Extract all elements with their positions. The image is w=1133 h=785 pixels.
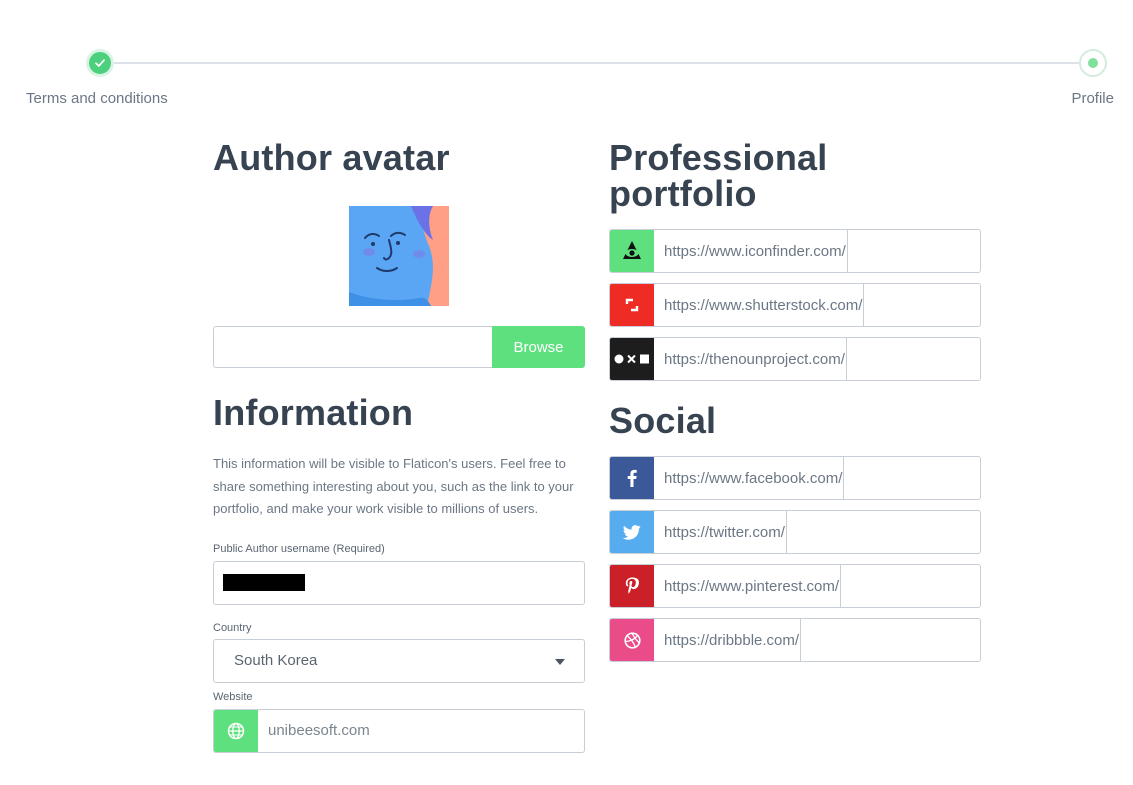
nounproject-input[interactable] <box>847 338 980 380</box>
step-label-terms[interactable]: Terms and conditions <box>26 90 168 107</box>
twitter-prefix: https://twitter.com/ <box>654 511 787 553</box>
information-title: Information <box>213 392 414 433</box>
chevron-down-icon <box>555 658 565 665</box>
nounproject-icon <box>610 338 654 380</box>
dribbble-prefix: https://dribbble.com/ <box>654 619 802 661</box>
username-input[interactable] <box>213 560 585 605</box>
username-label: Public Author username (Required) <box>213 542 385 555</box>
shutterstock-icon <box>610 284 654 326</box>
facebook-icon <box>610 457 654 499</box>
dribbble-icon <box>610 619 654 661</box>
nounproject-field[interactable]: https://thenounproject.com/ <box>609 337 981 381</box>
avatar-file-input[interactable] <box>213 326 492 368</box>
iconfinder-field[interactable]: https://www.iconfinder.com/ <box>609 229 981 273</box>
nounproject-prefix: https://thenounproject.com/ <box>654 338 847 380</box>
website-label: Website <box>213 690 253 703</box>
globe-icon <box>214 709 258 752</box>
redacted-username <box>223 573 305 591</box>
social-list: https://www.facebook.com/ https://twitte… <box>609 456 981 662</box>
avatar-section-title: Author avatar <box>213 137 450 178</box>
right-column: Professional portfolio https://www.iconf… <box>609 140 981 662</box>
left-column: Author avatar Browse Information This in… <box>213 140 585 753</box>
avatar <box>349 206 449 306</box>
twitter-icon <box>610 511 654 553</box>
twitter-field[interactable]: https://twitter.com/ <box>609 510 981 554</box>
dribbble-input[interactable] <box>801 619 980 661</box>
browse-button[interactable]: Browse <box>492 326 585 368</box>
social-title: Social <box>609 400 717 441</box>
iconfinder-prefix: https://www.iconfinder.com/ <box>654 230 848 272</box>
iconfinder-icon <box>610 230 654 272</box>
pinterest-prefix: https://www.pinterest.com/ <box>654 565 842 607</box>
step-profile-current[interactable] <box>1079 49 1107 77</box>
pinterest-field[interactable]: https://www.pinterest.com/ <box>609 564 981 608</box>
iconfinder-input[interactable] <box>848 230 980 272</box>
country-label: Country <box>213 621 252 634</box>
portfolio-list: https://www.iconfinder.com/ https://www.… <box>609 229 981 381</box>
shutterstock-input[interactable] <box>864 284 980 326</box>
website-value: unibeesoft.com <box>268 722 370 739</box>
country-select[interactable]: South Korea <box>213 638 585 683</box>
checkmark-icon <box>95 59 105 67</box>
dribbble-field[interactable]: https://dribbble.com/ <box>609 618 981 662</box>
website-field[interactable]: unibeesoft.com <box>213 708 585 753</box>
progress-stepper: Terms and conditions Profile <box>0 0 1133 120</box>
facebook-prefix: https://www.facebook.com/ <box>654 457 845 499</box>
country-value: South Korea <box>234 652 318 669</box>
portfolio-title: Professional portfolio <box>609 137 828 214</box>
avatar-upload-row: Browse <box>213 326 585 368</box>
facebook-input[interactable] <box>844 457 980 499</box>
information-description: This information will be visible to Flat… <box>213 456 574 516</box>
pinterest-icon <box>610 565 654 607</box>
pinterest-input[interactable] <box>841 565 980 607</box>
shutterstock-prefix: https://www.shutterstock.com/ <box>654 284 865 326</box>
stepper-line <box>100 62 1093 64</box>
step-terms-done[interactable] <box>86 49 114 77</box>
shutterstock-field[interactable]: https://www.shutterstock.com/ <box>609 283 981 327</box>
twitter-input[interactable] <box>787 511 980 553</box>
facebook-field[interactable]: https://www.facebook.com/ <box>609 456 981 500</box>
step-label-profile[interactable]: Profile <box>1071 90 1114 107</box>
